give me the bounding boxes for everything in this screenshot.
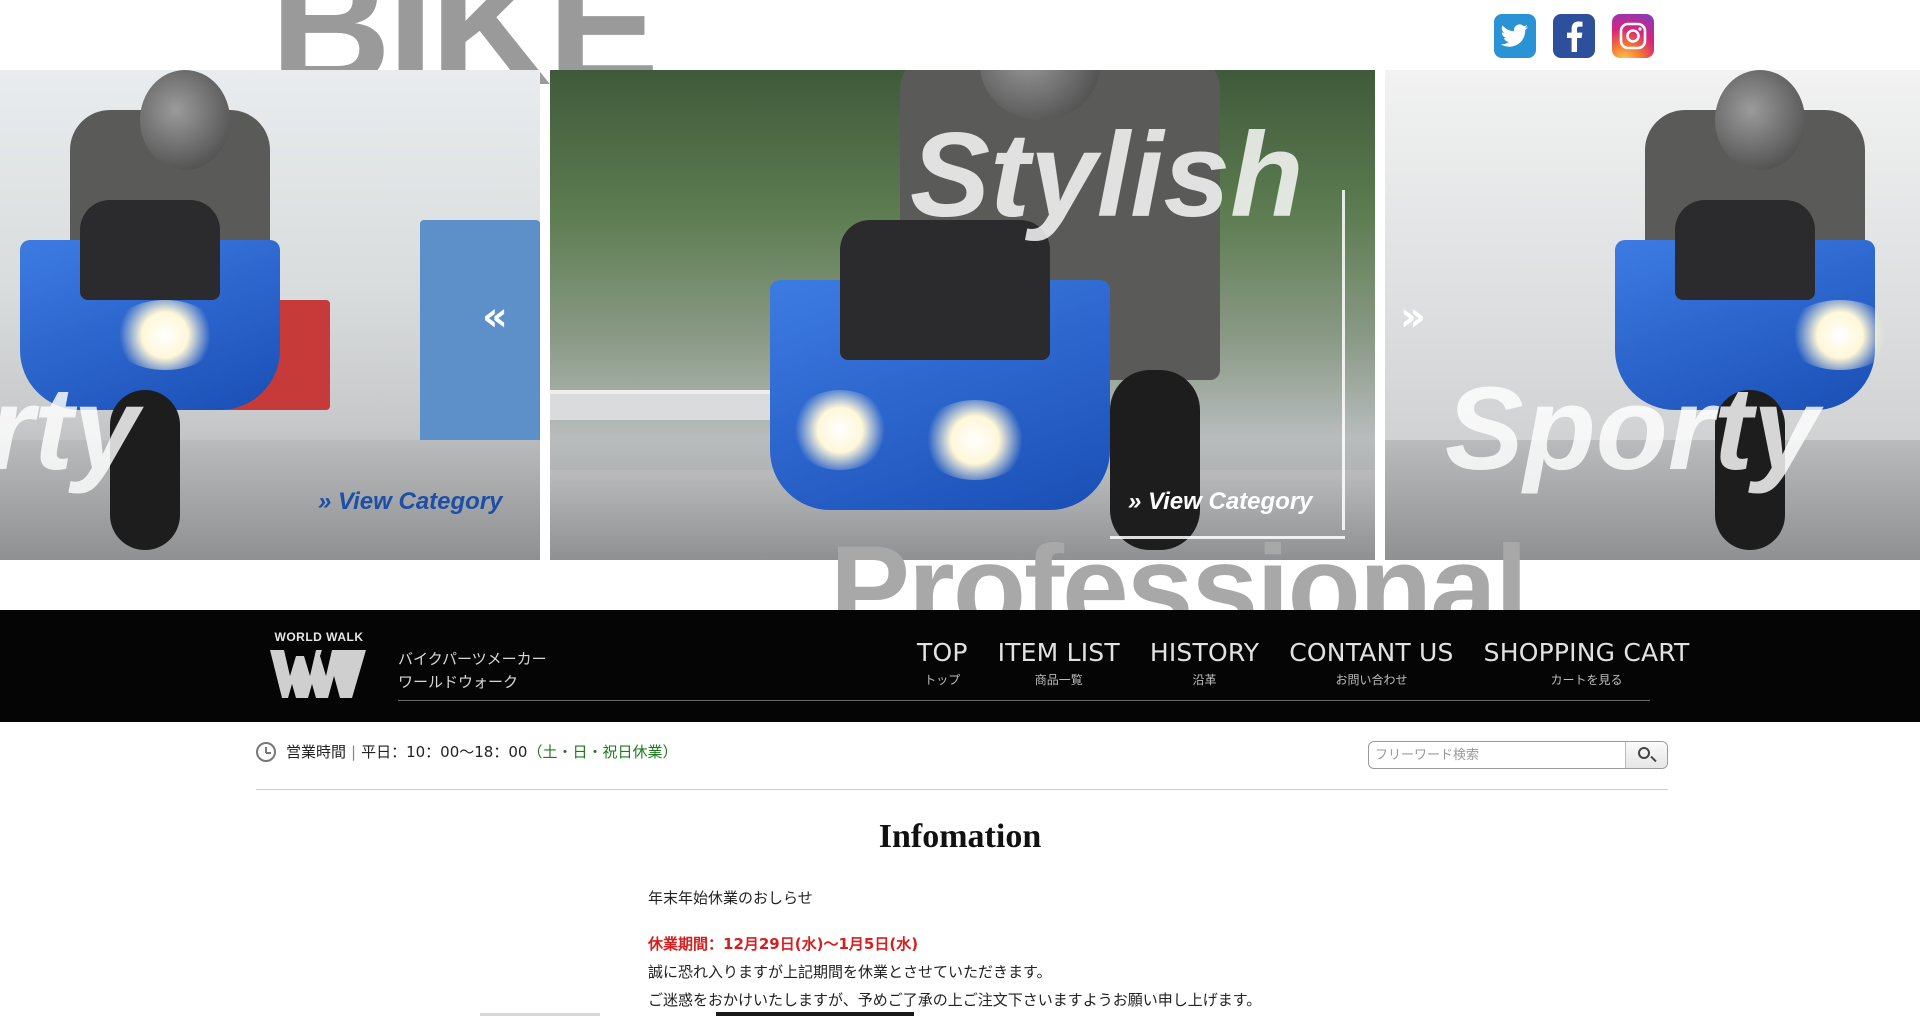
view-category-link-center[interactable]: » View Category [1128, 488, 1313, 516]
site-header: WORLD WALK バイクパーツメーカー ワールドウォーク TOP トップ I… [0, 610, 1920, 722]
info-line-2: ご迷惑をおかけいたしますが、予めご了承の上ご注文下さいますようお願い申し上げます… [648, 991, 1262, 1009]
bottom-image-strip [716, 1012, 914, 1016]
nav-item-list-label: ITEM LIST [997, 638, 1120, 667]
hours-separator: | [351, 742, 357, 761]
search-button[interactable] [1625, 742, 1667, 768]
logo-ww-mark [270, 650, 366, 698]
twitter-icon[interactable] [1494, 14, 1536, 58]
slide-right-word: Sporty [1445, 363, 1819, 495]
slider-next-arrow[interactable]: » [1400, 294, 1426, 340]
nav-contact-sublabel: お問い合わせ [1335, 673, 1408, 687]
facebook-icon[interactable] [1553, 14, 1595, 58]
content-divider [256, 789, 1668, 790]
nav-shopping-cart-sublabel: カートを見る [1550, 673, 1623, 687]
instagram-icon[interactable] [1612, 14, 1654, 58]
truck-image [420, 220, 540, 460]
nav-top[interactable]: TOP トップ [917, 638, 968, 688]
logo-text: WORLD WALK [274, 630, 364, 644]
slider-prev-arrow[interactable]: « [482, 294, 508, 340]
main-nav: TOP トップ ITEM LIST 商品一覧 HISTORY 沿革 CONTAN… [887, 638, 1690, 688]
search-box [1368, 741, 1668, 769]
slide-left-word: rty [0, 363, 139, 495]
nav-shopping-cart-label: SHOPPING CART [1483, 638, 1690, 667]
hours-label: 営業時間 [286, 743, 347, 761]
search-input[interactable] [1369, 742, 1625, 768]
info-heading: 年末年始休業のおしらせ [648, 889, 813, 907]
slide-left[interactable]: rty » View Category [0, 70, 540, 560]
business-hours: 営業時間 | 平日：10：00〜18：00 （土・日・祝日休業） [256, 741, 677, 762]
search-icon [1638, 747, 1650, 759]
nav-history[interactable]: HISTORY 沿革 [1150, 638, 1259, 688]
tagline-line-1: バイクパーツメーカー [398, 650, 547, 668]
nav-history-sublabel: 沿革 [1192, 673, 1217, 687]
tagline: バイクパーツメーカー ワールドウォーク [398, 648, 547, 694]
slide-center-word: Stylish [910, 108, 1304, 242]
hours-time: 平日：10：00〜18：00 [361, 743, 528, 761]
info-title: Infomation [878, 818, 1042, 855]
nav-top-label: TOP [917, 638, 968, 667]
nav-contact-label: CONTANT US [1289, 638, 1454, 667]
nav-shopping-cart[interactable]: SHOPPING CART カートを見る [1484, 638, 1690, 688]
nav-contact[interactable]: CONTANT US お問い合わせ [1289, 638, 1453, 688]
slide-center[interactable]: Stylish » View Category [550, 70, 1375, 560]
hours-holiday: （土・日・祝日休業） [527, 743, 678, 761]
tagline-line-2: ワールドウォーク [398, 673, 519, 691]
site-logo[interactable]: WORLD WALK [256, 630, 382, 708]
info-period: 休業期間：12月29日(水)〜1月5日(水) [648, 935, 919, 953]
info-line-1: 誠に恐れ入りますが上記期間を休業とさせていただきます。 [648, 963, 1052, 981]
info-body: 年末年始休業のおしらせ 休業期間：12月29日(水)〜1月5日(水) 誠に恐れ入… [648, 884, 1261, 1014]
view-category-link-left[interactable]: » View Category [318, 488, 503, 516]
nav-top-sublabel: トップ [924, 673, 961, 687]
nav-item-list-sublabel: 商品一覧 [1034, 673, 1083, 687]
clock-icon [256, 741, 276, 762]
slide-right[interactable]: Sporty [1385, 70, 1920, 560]
nav-history-label: HISTORY [1149, 638, 1260, 667]
nav-item-list[interactable]: ITEM LIST 商品一覧 [998, 638, 1120, 688]
